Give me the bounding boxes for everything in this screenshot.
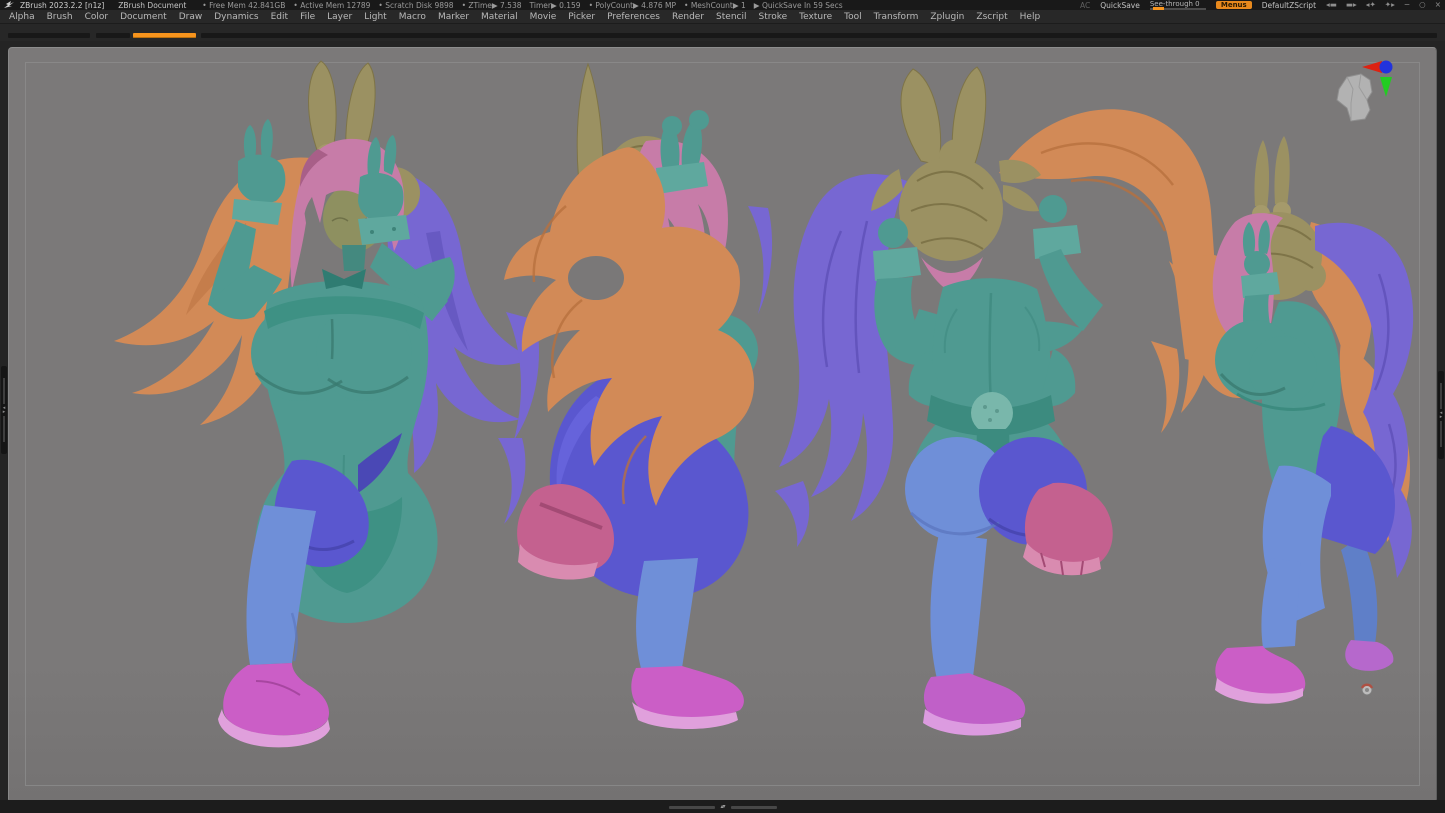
camera-orientation-gizmo[interactable] (1325, 59, 1413, 131)
zbrush-window: ZBrush 2023.2.2 [n1z] ZBrush Document • … (0, 0, 1445, 813)
menu-draw[interactable]: Draw (179, 12, 203, 22)
menu-zscript[interactable]: Zscript (976, 12, 1007, 22)
menu-picker[interactable]: Picker (568, 12, 595, 22)
menu-preferences[interactable]: Preferences (607, 12, 660, 22)
divider-arrows-icon: ▴▾ (720, 804, 724, 810)
menu-help[interactable]: Help (1020, 12, 1041, 22)
stat-polycount: • PolyCount▶ 4.876 MP (589, 1, 676, 10)
divider-slot (1440, 421, 1442, 447)
status-stats: • Free Mem 42.841GB • Active Mem 12789 •… (202, 1, 842, 10)
divider-slot (3, 378, 5, 404)
title-bar: ZBrush 2023.2.2 [n1z] ZBrush Document • … (0, 0, 1445, 10)
menu-document[interactable]: Document (120, 12, 167, 22)
divider-slot (1440, 383, 1442, 409)
bottom-bar: ▴▾ (0, 800, 1445, 813)
menu-marker[interactable]: Marker (438, 12, 469, 22)
model-view-side[interactable] (1183, 64, 1423, 719)
right-tray-divider[interactable]: ◂▸ (1438, 371, 1444, 459)
document-canvas[interactable] (8, 47, 1437, 803)
divider-slot (3, 416, 5, 442)
bottom-tray-divider[interactable]: ▴▾ (668, 804, 776, 810)
menu-file[interactable]: File (300, 12, 315, 22)
menu-render[interactable]: Render (672, 12, 704, 22)
ac-toggle[interactable]: AC (1080, 1, 1090, 10)
popout-left-icon[interactable]: ◂✦ (1366, 0, 1376, 10)
menu-zplugin[interactable]: Zplugin (930, 12, 964, 22)
quicksave-button[interactable]: QuickSave (1100, 1, 1140, 10)
menus-button[interactable]: Menus (1216, 1, 1252, 9)
menu-stencil[interactable]: Stencil (716, 12, 746, 22)
model-view-three-quarter[interactable] (496, 56, 776, 756)
app-title: ZBrush 2023.2.2 [n1z] (20, 1, 104, 10)
menu-material[interactable]: Material (481, 12, 518, 22)
pivot-marker-icon (1359, 680, 1375, 698)
model-view-front[interactable] (96, 53, 546, 763)
menu-bar: Alpha Brush Color Document Draw Dynamics… (0, 10, 1445, 24)
menu-color[interactable]: Color (85, 12, 109, 22)
see-through-slider[interactable]: See-through 0 (1150, 1, 1206, 10)
menu-texture[interactable]: Texture (799, 12, 832, 22)
minimize-icon[interactable]: − (1404, 0, 1410, 10)
menu-transform[interactable]: Transform (874, 12, 919, 22)
model-view-back[interactable] (771, 61, 1231, 751)
stat-active-mem: • Active Mem 12789 (293, 1, 370, 10)
stat-scratch-disk: • Scratch Disk 9898 (378, 1, 453, 10)
zbrush-logo-icon (4, 1, 15, 9)
left-tray-divider[interactable]: ◂▸ (1, 366, 7, 454)
tray-left-icon[interactable]: ◂▬ (1326, 0, 1337, 10)
menu-dynamics[interactable]: Dynamics (214, 12, 258, 22)
nav-head-icon[interactable] (1337, 74, 1372, 121)
default-zscript-button[interactable]: DefaultZScript (1262, 1, 1316, 10)
menu-tool[interactable]: Tool (844, 12, 861, 22)
menu-brush[interactable]: Brush (47, 12, 73, 22)
menu-stroke[interactable]: Stroke (758, 12, 787, 22)
stat-quicksave-countdown: ▶ QuickSave In 59 Secs (754, 1, 843, 10)
tray-right-icon[interactable]: ▬▸ (1346, 0, 1357, 10)
divider-slot (731, 806, 777, 809)
restore-icon[interactable]: ○ (1419, 0, 1426, 10)
axis-y-arrow[interactable] (1380, 77, 1392, 97)
stat-ztime: • ZTime▶ 7.538 (462, 1, 522, 10)
stat-meshcount: • MeshCount▶ 1 (684, 1, 746, 10)
divider-arrows-icon: ◂▸ (1440, 411, 1443, 419)
menu-macro[interactable]: Macro (399, 12, 426, 22)
main-area: ◂▸ ◂▸ ▴▾ (0, 41, 1445, 813)
stat-free-mem: • Free Mem 42.841GB (202, 1, 285, 10)
stat-timer: Timer▶ 0.159 (530, 1, 581, 10)
menu-edit[interactable]: Edit (271, 12, 288, 22)
menu-alpha[interactable]: Alpha (9, 12, 35, 22)
top-shelf (0, 24, 1445, 41)
shelf-segment[interactable] (96, 33, 130, 38)
window-icons: ◂▬ ▬▸ ◂✦ ✦▸ − ○ × (1326, 0, 1441, 10)
menu-light[interactable]: Light (364, 12, 386, 22)
titlebar-controls: AC QuickSave See-through 0 Menus Default… (1080, 0, 1441, 10)
document-title: ZBrush Document (118, 1, 186, 10)
menu-layer[interactable]: Layer (327, 12, 352, 22)
divider-slot (668, 806, 714, 809)
popout-right-icon[interactable]: ✦▸ (1385, 0, 1395, 10)
shelf-segment-active[interactable] (133, 33, 196, 38)
close-icon[interactable]: × (1435, 0, 1441, 10)
menu-movie[interactable]: Movie (530, 12, 557, 22)
shelf-segment[interactable] (201, 33, 1437, 38)
axis-z-dot[interactable] (1380, 61, 1393, 74)
shelf-segment[interactable] (8, 33, 90, 38)
divider-arrows-icon: ◂▸ (3, 406, 6, 414)
axis-x-arrow[interactable] (1362, 61, 1382, 73)
